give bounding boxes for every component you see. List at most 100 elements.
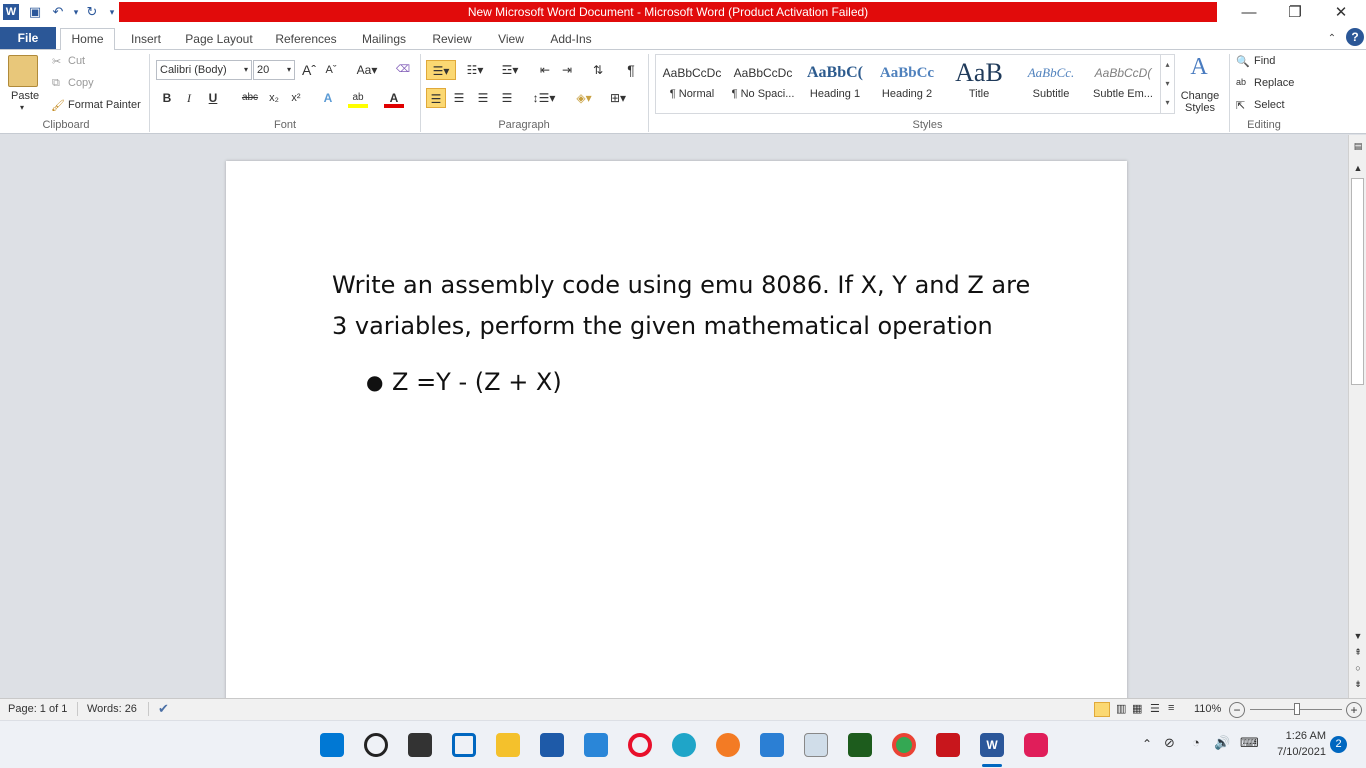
draft-icon[interactable]: ≡ <box>1168 702 1174 714</box>
font-name-combo[interactable]: Calibri (Body) ▾ <box>156 60 252 80</box>
minimize-button[interactable]: — <box>1226 0 1272 26</box>
cut-icon[interactable]: ✂ <box>52 55 61 68</box>
underline-icon[interactable]: U <box>203 88 223 108</box>
more-styles-icon[interactable]: ▾ <box>1161 93 1174 112</box>
superscript-icon[interactable]: x² <box>286 88 306 108</box>
search-icon[interactable] <box>364 733 388 757</box>
zoom-out-icon[interactable]: − <box>1229 702 1245 718</box>
change-styles-button[interactable]: Change Styles <box>1180 90 1220 114</box>
redo-icon[interactable]: ↻ <box>84 4 100 20</box>
mail-icon[interactable] <box>584 733 608 757</box>
paint-icon[interactable] <box>804 733 828 757</box>
font-color-icon[interactable]: A <box>384 88 404 108</box>
opera-icon[interactable] <box>628 733 652 757</box>
web-layout-icon[interactable]: ▦ <box>1132 702 1142 715</box>
increase-indent-icon[interactable]: ⇥ <box>557 60 577 80</box>
style-normal[interactable]: AaBbCcDc ¶ Normal <box>656 58 728 110</box>
minimize-ribbon-icon[interactable]: ⌃ <box>1324 29 1340 50</box>
highlight-icon[interactable]: ab <box>348 88 368 108</box>
document-paragraph[interactable]: Write an assembly code using emu 8086. I… <box>332 265 1032 347</box>
print-layout-icon[interactable] <box>1094 702 1110 717</box>
slack-icon[interactable] <box>1024 733 1048 757</box>
undo-icon[interactable]: ↶ <box>50 4 66 20</box>
style-heading-2[interactable]: AaBbCc Heading 2 <box>871 58 943 110</box>
tab-file[interactable]: File <box>0 27 56 49</box>
acrobat-icon[interactable] <box>936 733 960 757</box>
notification-badge[interactable]: 2 <box>1330 736 1347 753</box>
grow-font-icon[interactable]: Aˆ <box>299 60 319 80</box>
style-heading-1[interactable]: AaBbC(Heading 1 <box>799 58 871 110</box>
select-browse-object-icon[interactable]: ○ <box>1352 663 1364 673</box>
scroll-up-icon[interactable]: ▲ <box>1352 163 1364 173</box>
bullets-icon[interactable]: ☰▾ <box>426 60 456 80</box>
tab-references[interactable]: References <box>268 29 344 50</box>
keyboard-icon[interactable]: ⌨ <box>1240 735 1259 751</box>
copy-button[interactable]: Copy <box>68 77 94 89</box>
widgets-icon[interactable] <box>452 733 476 757</box>
word-count[interactable]: Words: 26 <box>87 703 137 715</box>
zoom-level[interactable]: 110% <box>1194 703 1221 715</box>
scroll-down-icon[interactable]: ▾ <box>1161 74 1174 93</box>
customize-quick-access-icon[interactable]: ▾ <box>104 4 120 20</box>
align-left-icon[interactable]: ☰ <box>426 88 446 108</box>
show-formatting-icon[interactable]: ¶ <box>621 60 641 80</box>
styles-scroll[interactable]: ▴ ▾ ▾ <box>1160 55 1174 113</box>
find-button[interactable]: Find <box>1254 55 1275 67</box>
tab-insert[interactable]: Insert <box>122 29 170 50</box>
close-button[interactable]: ✕ <box>1318 0 1364 26</box>
emu8086-icon[interactable] <box>848 733 872 757</box>
align-right-icon[interactable]: ☰ <box>473 88 493 108</box>
tab-review[interactable]: Review <box>424 29 480 50</box>
shrink-font-icon[interactable]: Aˇ <box>321 60 341 80</box>
text-effects-icon[interactable]: A <box>318 88 338 108</box>
align-center-icon[interactable]: ☰ <box>449 88 469 108</box>
help-icon[interactable]: ? <box>1346 28 1364 46</box>
firefox-icon[interactable] <box>716 733 740 757</box>
line-spacing-icon[interactable]: ↕☰▾ <box>530 88 558 108</box>
style-no-spacing[interactable]: AaBbCcDc ¶ No Spaci... <box>727 58 799 110</box>
strikethrough-icon[interactable]: abc <box>238 88 262 108</box>
document-page[interactable]: Write an assembly code using emu 8086. I… <box>226 161 1127 701</box>
vertical-scrollbar[interactable]: ▤ ▲ ▼ ⇞ ○ ⇟ <box>1348 135 1366 698</box>
cut-button[interactable]: Cut <box>68 55 85 67</box>
format-painter-icon[interactable]: 🖌 <box>51 99 65 112</box>
show-hidden-icons-icon[interactable]: ⌃ <box>1142 737 1152 751</box>
file-explorer-icon[interactable] <box>496 733 520 757</box>
restore-button[interactable]: ❐ <box>1272 0 1318 26</box>
word-taskbar-icon[interactable]: W <box>980 733 1004 757</box>
find-icon[interactable]: 🔍 <box>1236 55 1250 68</box>
clock-time[interactable]: 1:26 AM <box>1270 730 1326 742</box>
task-view-icon[interactable] <box>408 733 432 757</box>
font-size-combo[interactable]: 20 ▾ <box>253 60 295 80</box>
wifi-icon[interactable]: ◔ <box>1192 735 1200 750</box>
style-title[interactable]: AaB Title <box>943 58 1015 110</box>
decrease-indent-icon[interactable]: ⇤ <box>535 60 555 80</box>
style-subtle-emphasis[interactable]: AaBbCcD(Subtle Em... <box>1087 58 1159 110</box>
replace-button[interactable]: Replace <box>1254 77 1294 89</box>
justify-icon[interactable]: ☰ <box>497 88 517 108</box>
zoom-in-icon[interactable]: + <box>1346 702 1362 718</box>
tab-home[interactable]: Home <box>60 28 115 51</box>
select-icon[interactable]: ⇱ <box>1236 99 1245 112</box>
full-screen-reading-icon[interactable]: ▥ <box>1116 702 1126 715</box>
numbering-icon[interactable]: ☷▾ <box>461 60 489 80</box>
proofing-icon[interactable]: ✔ <box>158 701 169 717</box>
view-ruler-icon[interactable]: ▤ <box>1352 141 1364 155</box>
network-status-icon[interactable]: ⊘ <box>1164 735 1175 751</box>
notepad-icon[interactable] <box>760 733 784 757</box>
multilevel-list-icon[interactable]: ☲▾ <box>496 60 524 80</box>
tab-page-layout[interactable]: Page Layout <box>180 29 258 50</box>
paste-dropdown-icon[interactable]: ▾ <box>20 103 24 112</box>
tab-add-ins[interactable]: Add-Ins <box>542 29 600 50</box>
clock-date[interactable]: 7/10/2021 <box>1262 746 1326 758</box>
bold-icon[interactable]: B <box>157 88 177 108</box>
outline-icon[interactable]: ☰ <box>1150 702 1160 715</box>
undo-dropdown-icon[interactable]: ▾ <box>68 4 84 20</box>
select-button[interactable]: Select <box>1254 99 1285 111</box>
borders-icon[interactable]: ⊞▾ <box>604 88 632 108</box>
word-app-icon[interactable]: W <box>3 4 19 20</box>
tab-mailings[interactable]: Mailings <box>354 29 414 50</box>
scroll-up-icon[interactable]: ▴ <box>1161 55 1174 74</box>
scroll-thumb[interactable] <box>1351 178 1364 385</box>
format-painter-button[interactable]: Format Painter <box>68 99 141 111</box>
